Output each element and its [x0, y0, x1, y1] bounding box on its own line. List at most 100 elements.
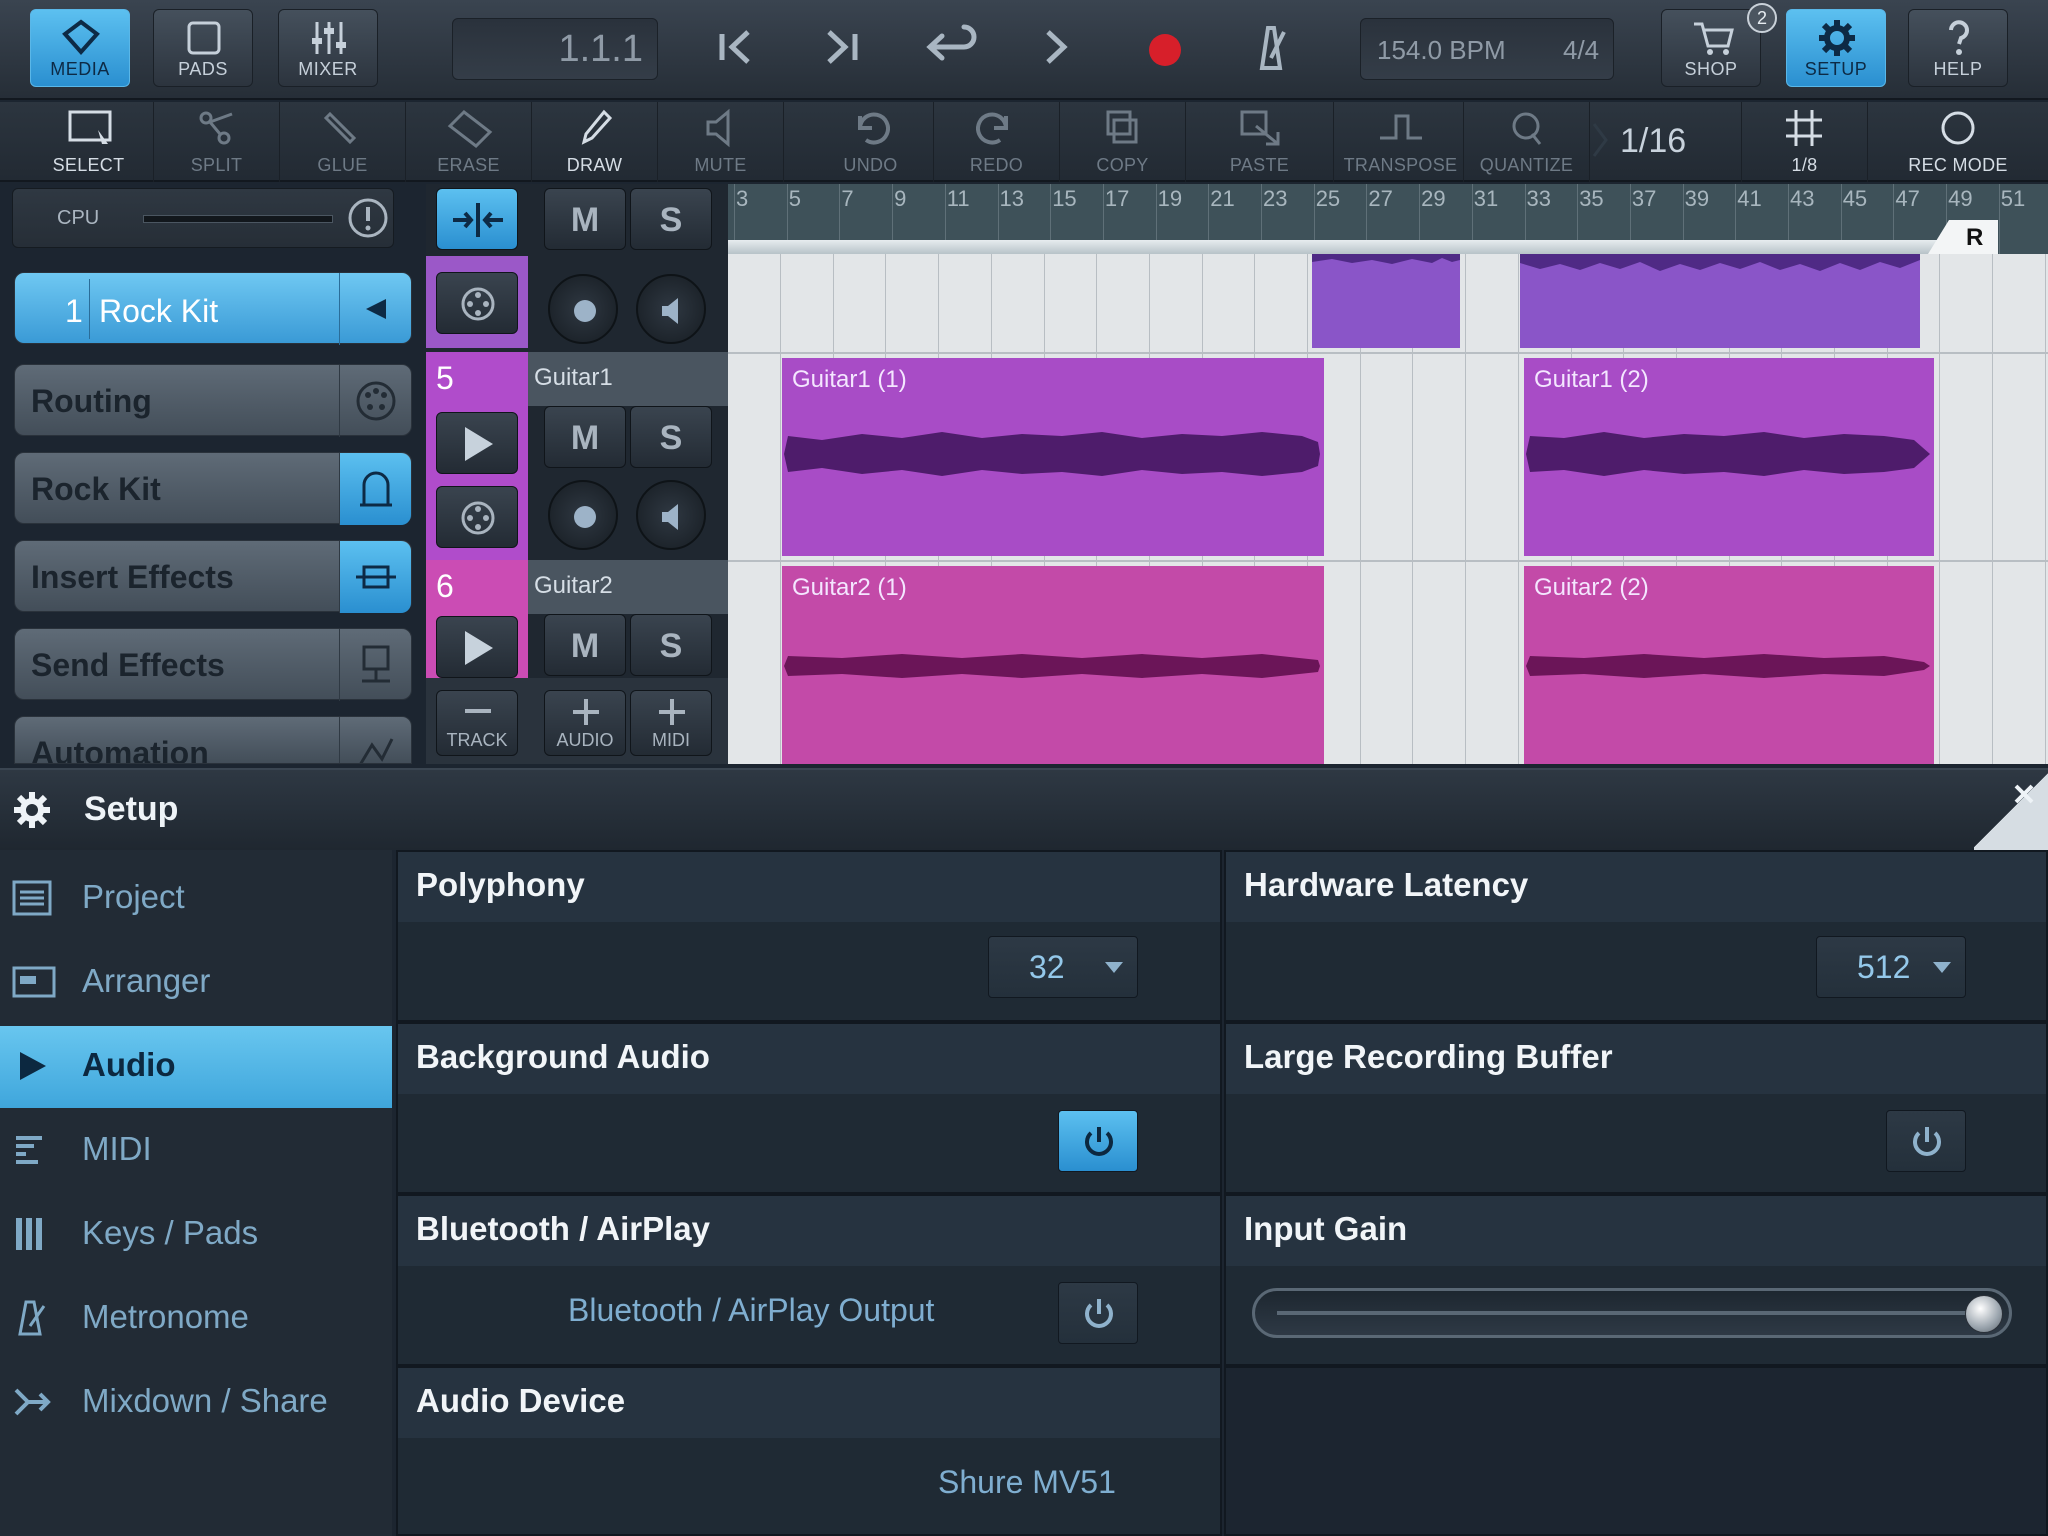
guitar2-clip-1[interactable]: Guitar2 (1) — [782, 566, 1324, 764]
clip-name: Guitar1 (1) — [792, 366, 907, 393]
forward-button[interactable] — [815, 10, 869, 84]
nav-metronome[interactable]: Metronome — [0, 1278, 392, 1360]
selected-instrument[interactable]: 1 Rock Kit — [14, 272, 412, 345]
ruler-tick-label: 3 — [736, 186, 749, 211]
remove-track-button[interactable]: TRACK — [436, 690, 518, 756]
track5-mute-button[interactable]: M — [544, 406, 626, 468]
copy-button[interactable]: COPY — [1060, 102, 1186, 182]
track5-monitor[interactable] — [636, 480, 706, 550]
track4-monitor[interactable] — [636, 274, 706, 344]
ruler-tick-label: 21 — [1210, 186, 1235, 211]
background-audio-toggle[interactable] — [1058, 1110, 1138, 1172]
quantize-tool[interactable]: QUANTIZE — [1464, 102, 1590, 182]
warning-icon[interactable] — [347, 197, 389, 239]
nav-audio[interactable]: Audio — [0, 1026, 392, 1108]
send-effects-label: Send Effects — [31, 647, 225, 683]
glue-tool[interactable]: GLUE — [280, 102, 406, 182]
routing-button[interactable] — [339, 365, 411, 437]
transpose-tool[interactable]: TRANSPOSE — [1338, 102, 1464, 182]
polyphony-dropdown[interactable]: 32 — [988, 936, 1138, 998]
record-button[interactable] — [1138, 10, 1192, 84]
hardware-latency-dropdown[interactable]: 512 — [1816, 936, 1966, 998]
track4-clip[interactable] — [1312, 254, 1460, 348]
loop-range[interactable] — [728, 240, 1998, 254]
select-tool[interactable]: SELECT — [24, 102, 154, 182]
help-button[interactable]: HELP — [1908, 9, 2008, 87]
audio-device-value[interactable]: Shure MV51 — [938, 1464, 1116, 1501]
automation-button[interactable] — [339, 717, 411, 763]
loop-button[interactable] — [920, 10, 980, 84]
nav-keys-pads[interactable]: Keys / Pads — [0, 1194, 392, 1276]
paste-button[interactable]: PASTE — [1186, 102, 1334, 182]
guitar2-clip-2[interactable]: Guitar2 (2) — [1524, 566, 1934, 764]
nav-midi[interactable]: MIDI — [0, 1110, 392, 1192]
track4-edit-button[interactable] — [436, 272, 518, 334]
track-header-column: M S 5 Guitar1 M S 6 Guitar2 M S TRACK AU… — [426, 184, 728, 764]
add-audio-track-button[interactable]: AUDIO — [544, 690, 626, 756]
instrument-edit-button[interactable] — [339, 453, 411, 525]
track6-mute-button[interactable]: M — [544, 614, 626, 676]
insert-effects-button[interactable] — [339, 541, 411, 613]
draw-tool[interactable]: DRAW — [532, 102, 658, 182]
input-gain-slider[interactable] — [1252, 1288, 2012, 1338]
expand-tracks-button[interactable] — [436, 188, 518, 250]
track-5-header[interactable]: 5 Guitar1 — [426, 352, 728, 406]
nav-project[interactable]: Project — [0, 858, 392, 940]
track6-solo-button[interactable]: S — [630, 614, 712, 676]
rec-mode-button[interactable]: REC MODE — [1868, 102, 2048, 182]
bluetooth-output-toggle[interactable] — [1058, 1282, 1138, 1344]
position-counter[interactable]: 1.1.1 — [452, 18, 658, 80]
track5-play-button[interactable] — [436, 412, 518, 474]
quantize-value-button[interactable]: 1/16 — [1590, 102, 1742, 182]
slider-knob[interactable] — [1965, 1295, 2003, 1333]
add-midi-track-button[interactable]: MIDI — [630, 690, 712, 756]
automation-item[interactable]: Automation — [14, 716, 412, 764]
setup-button[interactable]: SETUP — [1786, 9, 1886, 87]
guitar1-clip-1[interactable]: Guitar1 (1) — [782, 358, 1324, 556]
track5-solo-button[interactable]: S — [630, 406, 712, 468]
insert-effects-item[interactable]: Insert Effects — [14, 540, 412, 613]
routing-icon — [356, 381, 396, 421]
speaker-icon — [662, 504, 678, 530]
undo-icon — [858, 112, 890, 145]
split-tool[interactable]: SPLIT — [154, 102, 280, 182]
instrument-item[interactable]: Rock Kit — [14, 452, 412, 525]
global-solo-button[interactable]: S — [630, 188, 712, 250]
track4-record-arm[interactable] — [548, 274, 618, 344]
shop-button[interactable]: SHOP — [1661, 9, 1761, 87]
redo-button[interactable]: REDO — [934, 102, 1060, 182]
mute-tool[interactable]: MUTE — [658, 102, 784, 182]
mixer-button[interactable]: MIXER — [278, 9, 378, 87]
rewind-button[interactable] — [710, 10, 764, 84]
large-recording-buffer-toggle[interactable] — [1886, 1110, 1966, 1172]
guitar1-clip-2[interactable]: Guitar1 (2) — [1524, 358, 1934, 556]
global-mute-button[interactable]: M — [544, 188, 626, 250]
track5-edit-button[interactable] — [436, 486, 518, 548]
track-6-header[interactable]: 6 Guitar2 — [426, 560, 728, 614]
tempo-display[interactable]: 154.0 BPM 4/4 — [1360, 18, 1614, 80]
routing-item[interactable]: Routing — [14, 364, 412, 437]
metronome-button[interactable] — [1244, 10, 1298, 84]
loop-end-marker[interactable]: R — [1928, 220, 1998, 254]
media-button[interactable]: MEDIA — [30, 9, 130, 87]
nav-arranger[interactable]: Arranger — [0, 942, 392, 1024]
send-effects-item[interactable]: Send Effects — [14, 628, 412, 701]
track-6-name: Guitar2 — [534, 572, 613, 599]
waveform — [1520, 254, 1920, 271]
arrangement-grid[interactable]: Guitar1 (1) Guitar1 (2) Guitar2 (1) Guit… — [728, 254, 2048, 764]
insert-icon — [356, 565, 396, 589]
grid-button[interactable]: 1/8 — [1742, 102, 1868, 182]
power-icon — [1085, 1299, 1113, 1328]
track4-clip-2[interactable] — [1520, 254, 1920, 348]
collapse-button[interactable] — [339, 273, 411, 345]
nav-mixdown-share[interactable]: Mixdown / Share — [0, 1362, 392, 1444]
track5-record-arm[interactable] — [548, 480, 618, 550]
erase-tool[interactable]: ERASE — [406, 102, 532, 182]
undo-button[interactable]: UNDO — [808, 102, 934, 182]
close-button[interactable] — [2000, 770, 2048, 818]
track6-play-button[interactable] — [436, 616, 518, 678]
timeline-ruler[interactable]: 3 5 7 9 11 13 15 17 19 21 23 25 27 29 31 33 35 37 39 41 43 45… — [728, 184, 2048, 254]
send-effects-button[interactable] — [339, 629, 411, 701]
play-button[interactable] — [1030, 10, 1084, 84]
pads-button[interactable]: PADS — [153, 9, 253, 87]
